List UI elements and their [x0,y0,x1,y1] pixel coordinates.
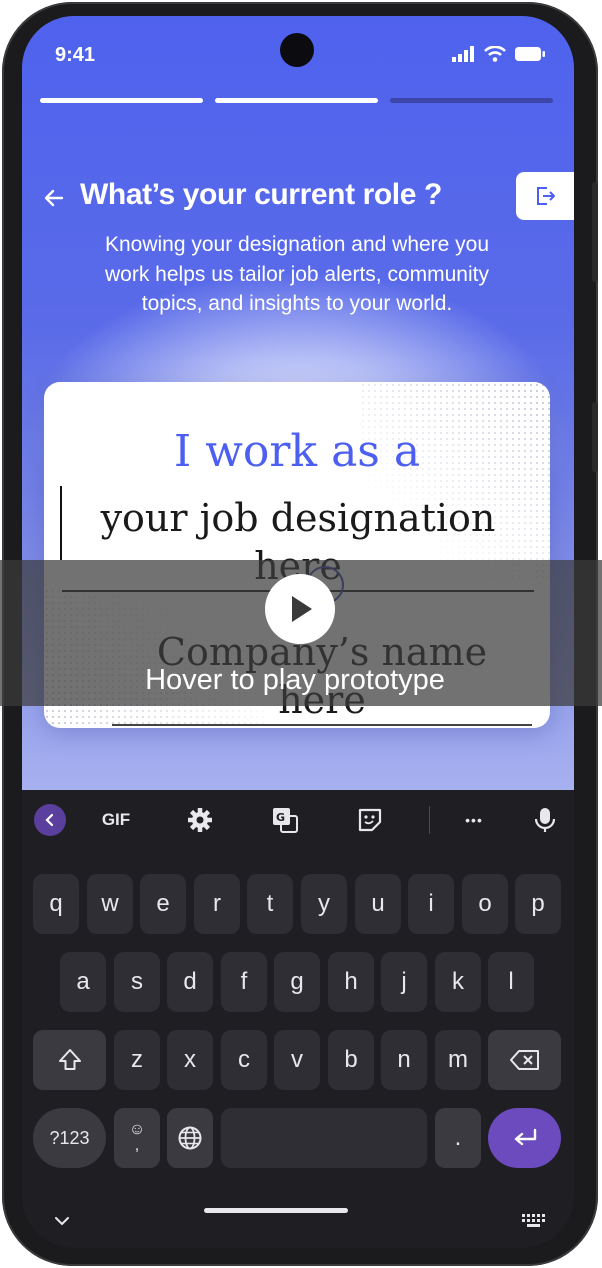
translate-button[interactable]: G [267,804,303,836]
backspace-icon [509,1050,539,1070]
progress-segment [215,98,378,103]
key-d[interactable]: d [167,952,213,1012]
virtual-keyboard: GIF G ••• q w e r t y u i o p a s d f g … [22,790,574,1248]
microphone-icon [534,808,556,832]
wifi-icon [484,46,506,62]
power-button [592,402,598,472]
chevron-left-icon [45,813,54,827]
exit-icon [537,187,555,205]
key-m[interactable]: m [435,1030,481,1090]
enter-key[interactable] [488,1108,561,1168]
keyboard-icon [522,1214,545,1227]
key-i[interactable]: i [408,874,454,934]
shift-icon [58,1049,81,1070]
status-icons [452,46,546,62]
progress-segment [40,98,203,103]
key-w[interactable]: w [87,874,133,934]
period-key[interactable]: . [435,1108,481,1168]
backspace-key[interactable] [488,1030,561,1090]
key-e[interactable]: e [140,874,186,934]
key-r[interactable]: r [194,874,240,934]
space-key[interactable] [221,1108,427,1168]
more-button[interactable]: ••• [454,804,494,836]
home-indicator [204,1208,348,1213]
back-button[interactable] [42,186,66,210]
enter-icon [514,1128,536,1146]
role-lead-text: I work as a [173,426,421,477]
arrow-left-icon [44,189,64,207]
gif-button[interactable]: GIF [96,804,136,836]
key-l[interactable]: l [488,952,534,1012]
key-h[interactable]: h [328,952,374,1012]
svg-text:G: G [276,811,285,824]
chevron-down-icon [55,1217,69,1226]
key-p[interactable]: p [515,874,561,934]
page-subtitle: Knowing your designation and where you w… [104,233,490,315]
key-a[interactable]: a [60,952,106,1012]
key-f[interactable]: f [221,952,267,1012]
comma-label: , [134,1137,140,1154]
key-n[interactable]: n [381,1030,427,1090]
key-b[interactable]: b [328,1030,374,1090]
status-bar: 9:41 [22,16,574,86]
prototype-overlay[interactable]: Hover to play prototype [0,560,602,706]
key-c[interactable]: c [221,1030,267,1090]
play-button[interactable] [265,574,335,644]
key-y[interactable]: y [301,874,347,934]
translate-icon: G [273,808,298,833]
key-v[interactable]: v [274,1030,320,1090]
gear-icon [188,808,212,832]
key-q[interactable]: q [33,874,79,934]
sticker-button[interactable] [352,804,388,836]
symbols-key[interactable]: ?123 [33,1108,106,1168]
progress-segment [390,98,553,103]
keyboard-back-button[interactable] [34,804,66,836]
key-j[interactable]: j [381,952,427,1012]
front-camera [280,33,314,67]
battery-icon [515,47,545,61]
globe-icon [178,1126,202,1150]
signal-icon [452,46,474,62]
key-s[interactable]: s [114,952,160,1012]
status-time: 9:41 [55,44,96,66]
key-o[interactable]: o [462,874,508,934]
keyboard-switch-button[interactable] [520,1212,546,1230]
page-title: What’s your current role ? [80,178,442,211]
language-key[interactable] [167,1108,213,1168]
key-x[interactable]: x [167,1030,213,1090]
emoji-comma-key[interactable]: ☺ , [114,1108,160,1168]
key-k[interactable]: k [435,952,481,1012]
hide-keyboard-button[interactable] [52,1214,72,1228]
shift-key[interactable] [33,1030,106,1090]
overlay-label: Hover to play prototype [145,664,445,696]
toolbar-divider [429,806,430,834]
sticker-icon [358,808,382,832]
volume-button [592,182,598,282]
voice-input-button[interactable] [530,804,560,836]
play-icon [292,596,312,622]
exit-button[interactable] [516,172,574,220]
key-z[interactable]: z [114,1030,160,1090]
onboarding-progress [40,98,553,103]
key-t[interactable]: t [247,874,293,934]
keyboard-toolbar: GIF G ••• [22,790,574,850]
settings-button[interactable] [182,804,218,836]
key-g[interactable]: g [274,952,320,1012]
key-u[interactable]: u [355,874,401,934]
emoji-icon: ☺ [128,1121,146,1138]
